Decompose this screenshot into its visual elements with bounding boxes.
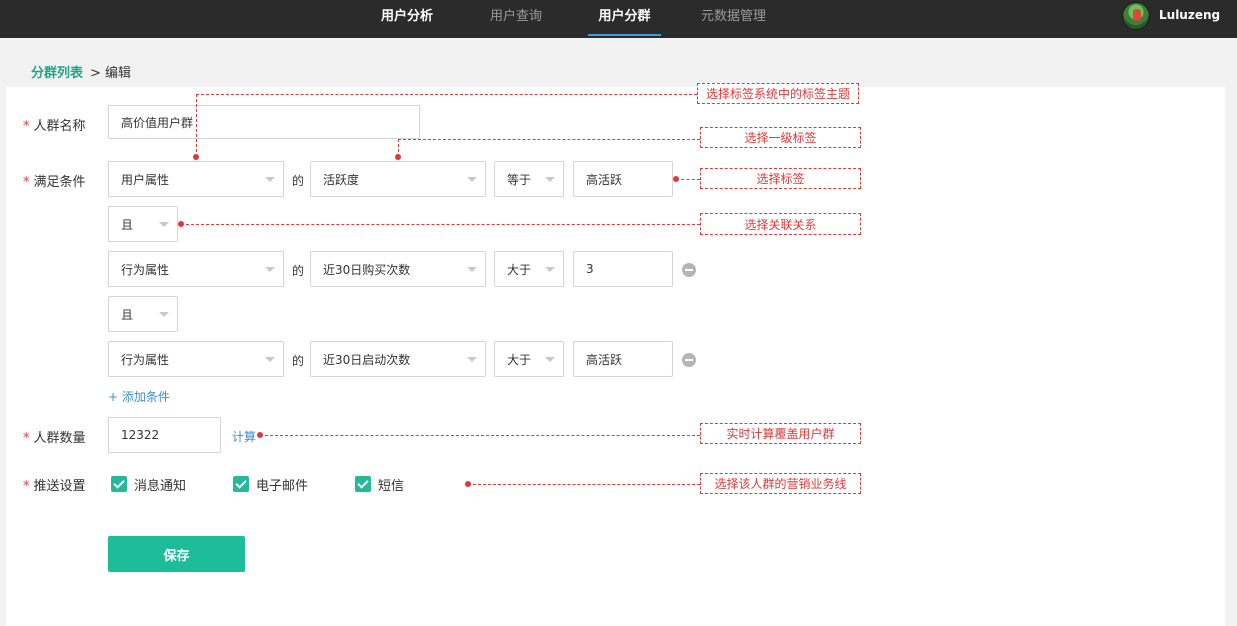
- chevron-down-icon: [159, 222, 169, 227]
- chevron-down-icon: [265, 357, 275, 362]
- calculate-link[interactable]: 计算: [232, 428, 256, 445]
- save-button[interactable]: 保存: [108, 536, 245, 572]
- tab-label: 用户查询: [489, 9, 542, 24]
- annotation-leader-line: [260, 435, 700, 436]
- tab-metadata[interactable]: 元数据管理: [696, 0, 771, 38]
- of-text: 的: [292, 264, 305, 278]
- chevron-down-icon: [265, 177, 275, 182]
- name-label: * 人群名称: [23, 115, 86, 134]
- required-star: *: [23, 119, 30, 134]
- checkbox-label: 电子邮件: [256, 479, 309, 494]
- attribute-type-select[interactable]: 用户属性: [108, 161, 284, 197]
- annotation-leader-line: [196, 94, 197, 157]
- message-notify-checkbox[interactable]: [111, 476, 127, 492]
- annotation-business-line: 选择该人群的营销业务线: [700, 473, 861, 494]
- segment-count-input[interactable]: 12322: [108, 417, 221, 453]
- sms-checkbox[interactable]: [355, 476, 371, 492]
- select-value: 且: [121, 217, 134, 232]
- condition-value-input[interactable]: 高活跃: [573, 161, 673, 197]
- annotation-leader-line: [468, 484, 700, 485]
- tag-field-select[interactable]: 近30日购买次数: [310, 251, 486, 287]
- conditions-label: * 满足条件: [23, 171, 86, 190]
- tab-label: 用户分析: [380, 9, 433, 24]
- conditions-label-text: 满足条件: [33, 175, 86, 190]
- segment-name-input[interactable]: 高价值用户群: [108, 105, 420, 139]
- annotation-leader-line: [676, 179, 700, 180]
- attribute-type-select[interactable]: 行为属性: [108, 251, 284, 287]
- remove-condition-icon[interactable]: [682, 263, 696, 277]
- annotation-relation: 选择关联关系: [700, 213, 861, 235]
- annotation-tag-theme: 选择标签系统中的标签主题: [697, 83, 859, 104]
- email-checkbox[interactable]: [233, 476, 249, 492]
- username[interactable]: Luluzeng: [1159, 8, 1220, 22]
- push-label: * 推送设置: [23, 475, 86, 494]
- chevron-down-icon: [467, 177, 477, 182]
- select-value: 等于: [507, 172, 532, 187]
- count-label-text: 人群数量: [33, 431, 86, 446]
- add-condition-link[interactable]: + 添加条件: [108, 388, 170, 405]
- select-value: 近30日购买次数: [323, 262, 411, 277]
- select-value: 大于: [507, 352, 532, 367]
- tab-user-segment[interactable]: 用户分群: [588, 0, 661, 38]
- push-label-text: 推送设置: [33, 479, 86, 494]
- relation-select[interactable]: 且: [108, 296, 178, 332]
- checkbox-label: 短信: [378, 479, 405, 494]
- condition-value-input[interactable]: 3: [573, 251, 673, 287]
- select-value: 近30日启动次数: [323, 352, 411, 367]
- chevron-down-icon: [265, 267, 275, 272]
- operator-select[interactable]: 大于: [494, 341, 564, 377]
- relation-select[interactable]: 且: [108, 206, 178, 242]
- top-nav-bar: 用户分析 用户查询 用户分群 元数据管理 Luluzeng: [0, 0, 1237, 38]
- of-text: 的: [292, 174, 305, 188]
- count-label: * 人群数量: [23, 427, 86, 446]
- select-value: 大于: [507, 262, 532, 277]
- chevron-down-icon: [159, 312, 169, 317]
- avatar[interactable]: [1122, 2, 1150, 30]
- breadcrumb-segment-list[interactable]: 分群列表: [31, 62, 83, 81]
- annotation-dot: [395, 154, 401, 160]
- condition-value-input[interactable]: 高活跃: [573, 341, 673, 377]
- chevron-down-icon: [467, 267, 477, 272]
- annotation-realtime-calc: 实时计算覆盖用户群: [700, 423, 861, 444]
- tag-field-select[interactable]: 近30日启动次数: [310, 341, 486, 377]
- tab-underline: [588, 34, 661, 36]
- operator-select[interactable]: 等于: [494, 161, 564, 197]
- chevron-down-icon: [467, 357, 477, 362]
- annotation-leader-line: [181, 224, 700, 225]
- breadcrumb-current: > 编辑: [90, 66, 132, 81]
- annotation-leader-line: [196, 94, 697, 95]
- chevron-down-icon: [545, 177, 555, 182]
- required-star: *: [23, 175, 30, 190]
- chevron-down-icon: [545, 357, 555, 362]
- name-label-text: 人群名称: [33, 119, 86, 134]
- of-text: 的: [292, 354, 305, 368]
- annotation-select-tag: 选择标签: [700, 168, 861, 189]
- annotation-dot: [193, 154, 199, 160]
- tag-field-select[interactable]: 活跃度: [310, 161, 486, 197]
- select-value: 用户属性: [121, 172, 170, 187]
- remove-condition-icon[interactable]: [682, 353, 696, 367]
- annotation-leader-line: [398, 139, 700, 140]
- select-value: 且: [121, 307, 134, 322]
- select-value: 活跃度: [323, 172, 360, 187]
- tab-label: 用户分群: [598, 9, 651, 24]
- select-value: 行为属性: [121, 352, 170, 367]
- checkbox-label: 消息通知: [134, 479, 187, 494]
- operator-select[interactable]: 大于: [494, 251, 564, 287]
- select-value: 行为属性: [121, 262, 170, 277]
- tab-label: 元数据管理: [700, 9, 766, 24]
- annotation-level1-tag: 选择一级标签: [700, 127, 861, 148]
- chevron-down-icon: [545, 267, 555, 272]
- tab-user-query[interactable]: 用户查询: [480, 0, 552, 38]
- required-star: *: [23, 431, 30, 446]
- attribute-type-select[interactable]: 行为属性: [108, 341, 284, 377]
- tab-user-analysis[interactable]: 用户分析: [371, 0, 443, 38]
- required-star: *: [23, 479, 30, 494]
